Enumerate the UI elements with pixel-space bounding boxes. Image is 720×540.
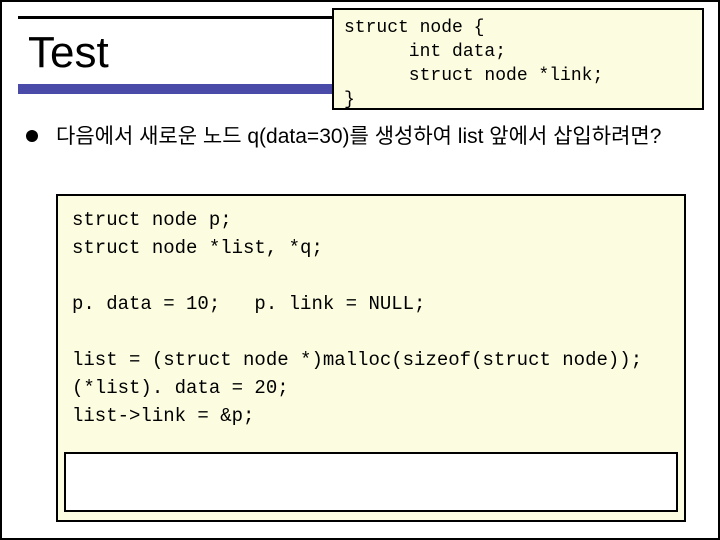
- struct-line-4: }: [344, 90, 355, 110]
- code-line-8: list->link = &p;: [72, 405, 254, 427]
- code-line-7: (*list). data = 20;: [72, 377, 289, 399]
- code-line-2: struct node *list, *q;: [72, 237, 323, 259]
- code-line-4: p. data = 10; p. link = NULL;: [72, 293, 425, 315]
- struct-line-3: struct node *link;: [344, 66, 603, 86]
- bullet-text: 다음에서 새로운 노드 q(data=30)를 생성하여 list 앞에서 삽입…: [56, 122, 661, 151]
- code-line-1: struct node p;: [72, 209, 232, 231]
- slide: Test struct node { int data; struct node…: [0, 0, 720, 540]
- bullet-icon: [26, 130, 38, 142]
- code-line-6: list = (struct node *)malloc(sizeof(stru…: [72, 349, 642, 371]
- struct-line-1: struct node {: [344, 18, 484, 38]
- struct-line-2: int data;: [344, 42, 506, 62]
- answer-blank-box: [64, 452, 678, 512]
- struct-definition-box: struct node { int data; struct node *lin…: [332, 8, 704, 110]
- page-title: Test: [28, 28, 109, 78]
- bullet-item: 다음에서 새로운 노드 q(data=30)를 생성하여 list 앞에서 삽입…: [26, 122, 690, 151]
